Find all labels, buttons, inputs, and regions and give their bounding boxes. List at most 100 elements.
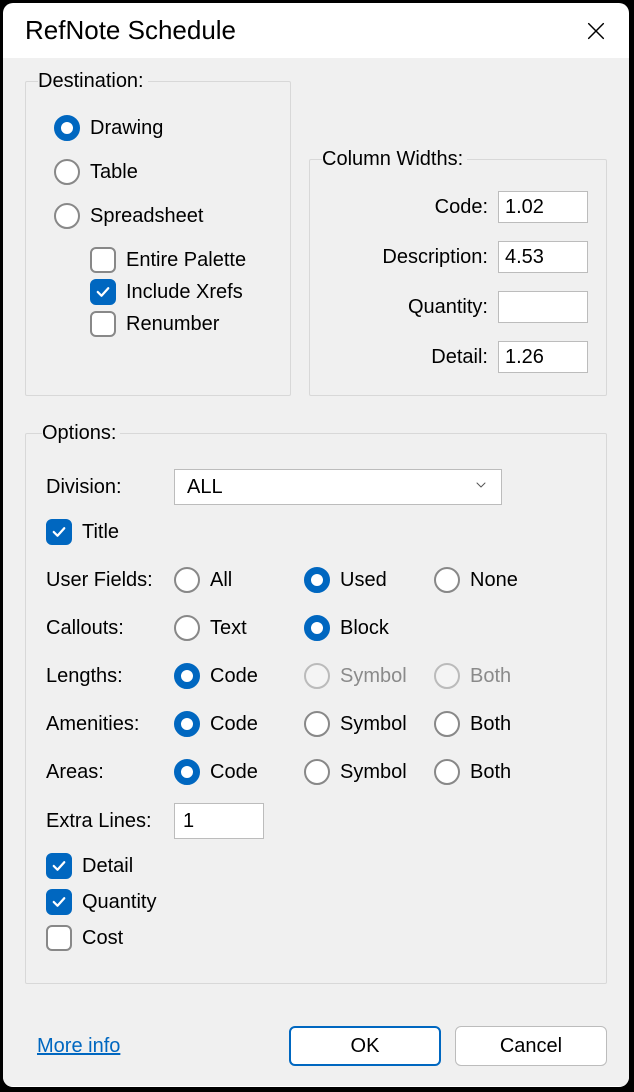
checkbox-label: Quantity — [82, 890, 156, 914]
radio-icon — [54, 115, 80, 141]
radio-icon — [434, 711, 460, 737]
radio-icon — [434, 663, 460, 689]
callouts-block-radio[interactable]: Block — [304, 615, 434, 641]
checkbox-icon — [90, 311, 116, 337]
radio-label: Code — [210, 712, 258, 736]
radio-icon — [304, 711, 330, 737]
radio-label: Code — [210, 760, 258, 784]
callouts-label: Callouts: — [46, 617, 174, 640]
entire-palette-checkbox[interactable]: Entire Palette — [90, 247, 274, 273]
close-button[interactable] — [581, 16, 611, 46]
radio-label: Both — [470, 664, 511, 688]
radio-icon — [54, 159, 80, 185]
code-width-input[interactable] — [498, 191, 588, 223]
detail-checkbox[interactable]: Detail — [46, 853, 586, 879]
radio-label: Both — [470, 712, 511, 736]
amenities-label: Amenities: — [46, 713, 174, 736]
areas-symbol-radio[interactable]: Symbol — [304, 759, 434, 785]
radio-icon — [304, 615, 330, 641]
callouts-text-radio[interactable]: Text — [174, 615, 304, 641]
checkbox-label: Cost — [82, 926, 123, 950]
lengths-symbol-radio: Symbol — [304, 663, 434, 689]
radio-icon — [434, 567, 460, 593]
areas-label: Areas: — [46, 761, 174, 784]
checkbox-label: Detail — [82, 854, 133, 878]
ok-button[interactable]: OK — [289, 1026, 441, 1066]
radio-icon — [174, 615, 200, 641]
chevron-down-icon — [473, 476, 489, 499]
division-select[interactable]: ALL — [174, 469, 502, 505]
radio-icon — [174, 663, 200, 689]
radio-label: Symbol — [340, 712, 407, 736]
user-fields-all-radio[interactable]: All — [174, 567, 304, 593]
amenities-both-radio[interactable]: Both — [434, 711, 554, 737]
cost-checkbox[interactable]: Cost — [46, 925, 586, 951]
options-group: Options: Division: ALL Title User Fields… — [25, 422, 607, 984]
radio-icon — [304, 759, 330, 785]
radio-icon — [304, 567, 330, 593]
amenities-code-radio[interactable]: Code — [174, 711, 304, 737]
detail-width-label: Detail: — [328, 346, 488, 369]
radio-label: Code — [210, 664, 258, 688]
areas-both-radio[interactable]: Both — [434, 759, 554, 785]
column-widths-legend: Column Widths: — [322, 148, 467, 171]
checkbox-label: Title — [82, 520, 119, 544]
quantity-width-input[interactable] — [498, 291, 588, 323]
code-width-label: Code: — [328, 196, 488, 219]
title-checkbox[interactable]: Title — [46, 519, 586, 545]
renumber-checkbox[interactable]: Renumber — [90, 311, 274, 337]
user-fields-used-radio[interactable]: Used — [304, 567, 434, 593]
close-icon — [585, 20, 607, 42]
lengths-code-radio[interactable]: Code — [174, 663, 304, 689]
checkbox-icon — [46, 889, 72, 915]
description-width-input[interactable] — [498, 241, 588, 273]
extra-lines-input[interactable] — [174, 803, 264, 839]
checkbox-icon — [46, 853, 72, 879]
checkbox-icon — [90, 247, 116, 273]
radio-label: Used — [340, 568, 387, 592]
radio-label: All — [210, 568, 232, 592]
radio-label: Spreadsheet — [90, 204, 203, 228]
quantity-width-label: Quantity: — [328, 296, 488, 319]
radio-icon — [54, 203, 80, 229]
checkbox-label: Entire Palette — [126, 248, 246, 272]
destination-group: Destination: Drawing Table Spreadsheet — [25, 70, 291, 396]
destination-drawing-radio[interactable]: Drawing — [54, 115, 274, 141]
checkbox-icon — [90, 279, 116, 305]
radio-label: Table — [90, 160, 138, 184]
radio-label: None — [470, 568, 518, 592]
radio-icon — [174, 711, 200, 737]
dialog-body: Destination: Drawing Table Spreadsheet — [3, 58, 629, 1086]
titlebar: RefNote Schedule — [3, 3, 629, 58]
checkbox-icon — [46, 925, 72, 951]
destination-legend: Destination: — [38, 70, 148, 93]
lengths-label: Lengths: — [46, 665, 174, 688]
amenities-symbol-radio[interactable]: Symbol — [304, 711, 434, 737]
user-fields-label: User Fields: — [46, 569, 174, 592]
detail-width-input[interactable] — [498, 341, 588, 373]
destination-spreadsheet-radio[interactable]: Spreadsheet — [54, 203, 274, 229]
areas-code-radio[interactable]: Code — [174, 759, 304, 785]
description-width-label: Description: — [328, 246, 488, 269]
division-label: Division: — [46, 476, 174, 499]
radio-label: Symbol — [340, 760, 407, 784]
radio-icon — [174, 567, 200, 593]
quantity-checkbox[interactable]: Quantity — [46, 889, 586, 915]
include-xrefs-checkbox[interactable]: Include Xrefs — [90, 279, 274, 305]
dialog-footer: More info OK Cancel — [3, 1012, 629, 1086]
user-fields-none-radio[interactable]: None — [434, 567, 554, 593]
dialog-title: RefNote Schedule — [25, 15, 236, 46]
radio-label: Both — [470, 760, 511, 784]
destination-table-radio[interactable]: Table — [54, 159, 274, 185]
column-widths-group: Column Widths: Code: Description: Quanti… — [309, 148, 607, 396]
radio-icon — [304, 663, 330, 689]
checkbox-label: Renumber — [126, 312, 219, 336]
more-info-link[interactable]: More info — [37, 1035, 120, 1058]
checkbox-label: Include Xrefs — [126, 280, 243, 304]
extra-lines-label: Extra Lines: — [46, 810, 174, 833]
radio-icon — [174, 759, 200, 785]
cancel-button[interactable]: Cancel — [455, 1026, 607, 1066]
division-value: ALL — [187, 476, 223, 499]
radio-label: Text — [210, 616, 247, 640]
refnote-schedule-dialog: RefNote Schedule Destination: Drawing Ta… — [3, 3, 629, 1087]
